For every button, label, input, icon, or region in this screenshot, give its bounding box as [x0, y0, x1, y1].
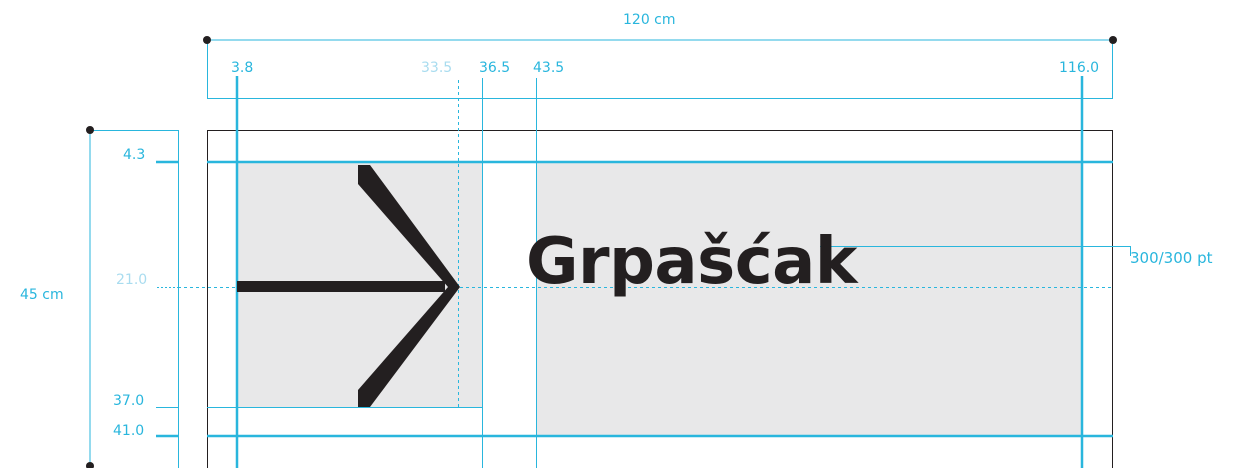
height-dimension-end-bottom — [86, 462, 94, 468]
mark-43-5: 43.5 — [533, 60, 565, 76]
width-dimension — [207, 39, 1113, 99]
mark-116-0: 116.0 — [1059, 60, 1100, 76]
height-dimension-end-top — [86, 126, 94, 134]
mark-36-5: 36.5 — [479, 60, 511, 76]
width-dimension-end-left — [203, 36, 211, 44]
width-dimension-end-right — [1109, 36, 1117, 44]
height-dimension — [89, 130, 179, 468]
mark-3-8: 3.8 — [231, 60, 254, 76]
height-label: 45 cm — [20, 287, 64, 303]
type-size-label: 300/300 pt — [1130, 249, 1213, 267]
sign-layout-diagram: 120 cm 3.8 33.5 36.5 43.5 116.0 45 cm 4.… — [0, 0, 1239, 468]
width-label: 120 cm — [623, 12, 676, 28]
sign-text: Grpašćak — [526, 225, 857, 299]
mark-21-0: 21.0 — [116, 272, 148, 288]
mark-4-3: 4.3 — [123, 147, 146, 163]
mark-41-0: 41.0 — [113, 423, 145, 439]
mark-37-0: 37.0 — [113, 393, 145, 409]
mark-33-5: 33.5 — [421, 60, 453, 76]
